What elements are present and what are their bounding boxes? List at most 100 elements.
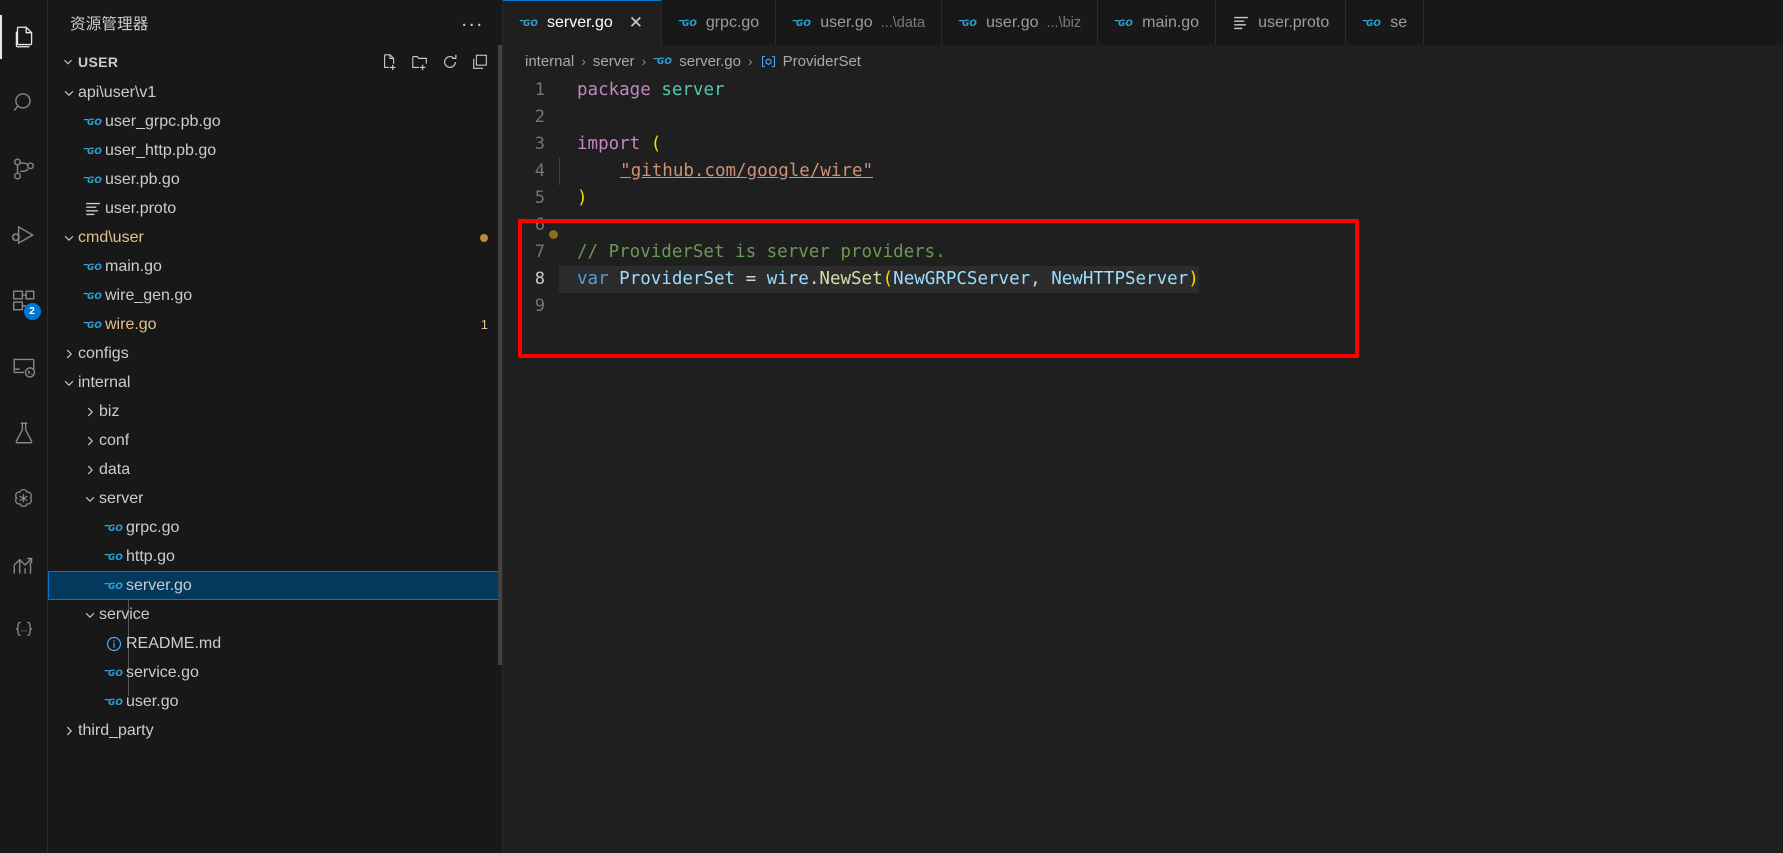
tree-item-user-pb-go[interactable]: GO user.pb.go (48, 165, 502, 194)
activity-item-run-and-debug[interactable] (0, 202, 48, 268)
tree-item-label: user.pb.go (105, 170, 180, 188)
tree-item-cmd-user[interactable]: cmd\user (48, 223, 502, 252)
tree-item-internal[interactable]: internal (48, 368, 502, 397)
chevron-right-icon[interactable] (60, 347, 78, 361)
tree-item-data[interactable]: data (48, 455, 502, 484)
tree-item-user_grpc-pb-go[interactable]: GO user_grpc.pb.go (48, 107, 502, 136)
breadcrumb-item-internal[interactable]: internal (525, 53, 574, 70)
svg-text:GO: GO (87, 291, 102, 301)
tree-item-main-go[interactable]: GO main.go (48, 252, 502, 281)
code-line: 5) (503, 185, 1783, 212)
files-icon (11, 24, 37, 50)
explorer-actions (380, 52, 502, 72)
go-file-icon: GO (958, 13, 978, 33)
tree-item-label: service.go (126, 663, 199, 681)
activity-item-analytics[interactable] (0, 532, 48, 598)
breadcrumb-item-server-go[interactable]: GO server.go (653, 51, 741, 71)
activity-item-source-control[interactable] (0, 136, 48, 202)
explorer-overflow-menu-button[interactable]: ... (453, 10, 492, 31)
tree-item-readme-md[interactable]: README.md (48, 629, 502, 658)
tree-item-grpc-go[interactable]: GO grpc.go (48, 513, 502, 542)
editor-tab-grpc-go[interactable]: GO grpc.go (661, 0, 777, 45)
breadcrumb-separator: › (747, 53, 753, 69)
editor-tab-user-go[interactable]: GO user.go ...\biz (942, 0, 1099, 45)
sidebar-scrollbar[interactable] (498, 45, 502, 665)
line-number: 9 (534, 296, 545, 316)
tab-close-icon[interactable]: ✕ (627, 14, 645, 31)
chevron-right-icon[interactable] (81, 434, 99, 448)
new-folder-icon[interactable] (410, 52, 430, 72)
tree-item-server-go[interactable]: GO server.go (48, 571, 502, 600)
activity-item-json-tools[interactable] (0, 598, 48, 664)
tree-item-wire_gen-go[interactable]: GO wire_gen.go (48, 281, 502, 310)
tree-item-label: user_http.pb.go (105, 141, 217, 159)
chevron-down-icon[interactable] (81, 492, 99, 506)
editor-tab-main-go[interactable]: GO main.go (1098, 0, 1217, 45)
chevron-down-icon (58, 55, 78, 69)
line-number: 8 (534, 269, 545, 289)
chevron-down-icon[interactable] (60, 376, 78, 390)
svg-text:GO: GO (108, 697, 123, 707)
activity-item-remote-explorer[interactable] (0, 334, 48, 400)
tree-item-user-proto[interactable]: user.proto (48, 194, 502, 223)
svg-text:GO: GO (1118, 18, 1133, 28)
svg-text:GO: GO (682, 18, 697, 28)
tree-item-user_http-pb-go[interactable]: GO user_http.pb.go (48, 136, 502, 165)
svg-text:GO: GO (796, 18, 811, 28)
editor-tab-user-proto[interactable]: user.proto (1216, 0, 1347, 45)
tree-item-third_party[interactable]: third_party (48, 716, 502, 745)
tree-item-server[interactable]: server (48, 484, 502, 513)
activity-item-extensions[interactable]: 2 (0, 268, 48, 334)
go-file-icon: GO (81, 286, 105, 306)
code-editor[interactable]: 1 package server 2 3 import (4 "github.com/g… (503, 77, 1783, 853)
chevron-right-icon[interactable] (81, 463, 99, 477)
folder-modified-dot (480, 233, 488, 242)
refresh-icon[interactable] (440, 52, 460, 72)
chevron-right-icon[interactable] (81, 405, 99, 419)
breadcrumb[interactable]: internal › server › GO server.go › ProviderSet (503, 45, 1783, 77)
tree-item-biz[interactable]: biz (48, 397, 502, 426)
go-file-icon: GO (81, 170, 105, 190)
activity-item-search[interactable] (0, 70, 48, 136)
file-tree-rows: api\user\v1 GO user_grpc.pb.go GO user_http.… (48, 78, 502, 745)
tree-item-service-go[interactable]: GO service.go (48, 658, 502, 687)
editor-tab-se[interactable]: GO se (1346, 0, 1425, 45)
tree-item-label: user.proto (105, 199, 177, 217)
tree-item-http-go[interactable]: GO http.go (48, 542, 502, 571)
chevron-down-icon[interactable] (81, 608, 99, 622)
tree-item-user-go[interactable]: GO user.go (48, 687, 502, 716)
code-line-text: ) (577, 188, 588, 208)
chevron-down-icon[interactable] (60, 86, 78, 100)
tree-item-conf[interactable]: conf (48, 426, 502, 455)
file-tree[interactable]: api\user\v1 GO user_grpc.pb.go GO user_http.… (48, 78, 502, 853)
go-file-icon: GO (1114, 13, 1134, 33)
breadcrumb-item-server[interactable]: server (593, 53, 635, 70)
proto-file-icon (81, 200, 105, 218)
explorer-section-user[interactable]: USER (48, 45, 502, 78)
activity-bar: 2 (0, 0, 48, 853)
tree-item-wire-go[interactable]: GO wire.go 1 (48, 310, 502, 339)
breadcrumb-label: internal (525, 52, 575, 70)
symbol-variable-icon (760, 53, 777, 70)
activity-item-testing[interactable] (0, 400, 48, 466)
tab-label: user.go (986, 13, 1039, 31)
breadcrumb-item-ProviderSet[interactable]: ProviderSet (760, 53, 861, 70)
activity-item-chatgpt[interactable] (0, 466, 48, 532)
chevron-down-icon[interactable] (60, 231, 78, 245)
editor-tab-user-go[interactable]: GO user.go ...\data (776, 0, 943, 45)
activity-item-explorer[interactable] (0, 4, 48, 70)
search-icon (11, 90, 37, 116)
go-file-icon: GO (653, 51, 673, 71)
new-file-icon[interactable] (380, 52, 400, 72)
chevron-right-icon[interactable] (60, 724, 78, 738)
collapse-all-icon[interactable] (470, 52, 490, 72)
remote-terminal-icon (11, 354, 37, 380)
editor-tab-server-go[interactable]: GO server.go ✕ (503, 0, 662, 45)
tree-item-label: server.go (126, 576, 192, 594)
tree-item-api-user-v1[interactable]: api\user\v1 (48, 78, 502, 107)
tree-item-label: configs (78, 344, 129, 362)
tree-item-service[interactable]: service (48, 600, 502, 629)
tree-item-configs[interactable]: configs (48, 339, 502, 368)
run-debug-icon (11, 222, 37, 248)
go-file-icon: GO (102, 518, 126, 538)
